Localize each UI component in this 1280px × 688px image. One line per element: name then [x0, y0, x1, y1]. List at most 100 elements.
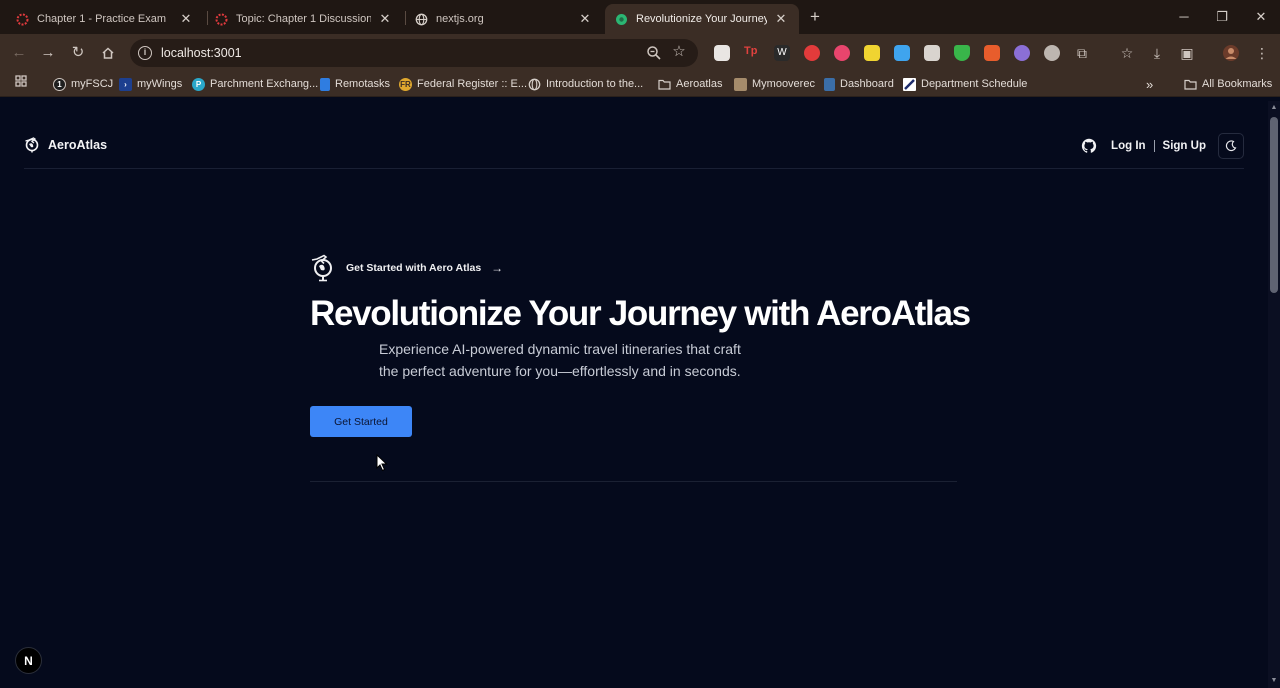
extension-icon[interactable] — [804, 45, 820, 61]
dashboard-icon — [824, 77, 835, 91]
tab-title: Topic: Chapter 1 Discussion For — [236, 13, 371, 25]
apps-grid-icon[interactable] — [11, 71, 31, 91]
scroll-down-arrow-icon[interactable]: ▼ — [1270, 677, 1278, 685]
schedule-icon — [903, 77, 916, 91]
nextjs-dev-badge[interactable]: N — [15, 647, 42, 674]
page-viewport: AeroAtlas Log In Sign Up Get Started wit… — [0, 101, 1268, 688]
forward-button[interactable]: → — [37, 42, 59, 64]
hero-section: Get Started with Aero Atlas → Revolution… — [310, 253, 971, 437]
address-bar[interactable]: i localhost:3001 ☆ — [130, 39, 698, 67]
bookmark-introduction[interactable]: Introduction to the... — [528, 75, 643, 93]
nav-separator — [1153, 140, 1155, 152]
tab-strip: Chapter 1 - Practice Exam ✕ Topic: Chapt… — [0, 0, 1280, 34]
extension-icon[interactable] — [984, 45, 1000, 61]
github-icon[interactable] — [1081, 138, 1097, 154]
brand-name: AeroAtlas — [48, 138, 108, 152]
bookmark-mymooverec[interactable]: Mymooverec — [734, 75, 815, 93]
browser-menu-icon[interactable]: ⋮ — [1252, 43, 1272, 63]
bookmark-label: Federal Register :: E... — [417, 78, 528, 90]
theme-toggle-button[interactable] — [1218, 133, 1244, 159]
bookmarks-divider — [1166, 71, 1168, 91]
extension-icon[interactable] — [714, 45, 730, 61]
bookmark-label: Remotasks — [335, 78, 391, 90]
site-info-icon[interactable]: i — [138, 46, 152, 60]
zoom-icon[interactable] — [646, 45, 662, 61]
bookmark-federal-register[interactable]: FR Federal Register :: E... — [399, 75, 527, 93]
site-header: AeroAtlas Log In Sign Up — [24, 133, 1244, 169]
extension-icon[interactable]: Tp — [744, 45, 760, 61]
extension-icon[interactable] — [954, 45, 970, 61]
section-divider — [310, 481, 957, 482]
bookmark-dashboard[interactable]: Dashboard — [824, 75, 894, 93]
folder-icon — [1184, 78, 1197, 91]
extension-icon[interactable] — [1044, 45, 1060, 61]
subtitle-line: the perfect adventure for you—effortless… — [379, 362, 741, 379]
fscj-icon: 1 — [53, 77, 66, 91]
close-tab-icon[interactable]: ✕ — [178, 11, 194, 27]
extension-icon[interactable]: W — [774, 45, 790, 61]
close-tab-icon[interactable]: ✕ — [577, 11, 593, 27]
bookmark-star-icon[interactable]: ☆ — [670, 43, 688, 61]
bookmark-label: Parchment Exchang... — [210, 78, 319, 90]
extensions-puzzle-icon[interactable]: ⧉ — [1072, 43, 1092, 63]
header-actions: Log In Sign Up — [1081, 133, 1244, 159]
extension-icon[interactable] — [834, 45, 850, 61]
page-scrollbar[interactable]: ▲ ▼ — [1268, 101, 1280, 688]
close-tab-icon[interactable]: ✕ — [377, 11, 393, 27]
get-started-pill-link[interactable]: Get Started with Aero Atlas → — [310, 253, 970, 283]
home-button[interactable] — [97, 42, 119, 64]
fr-icon: FR — [399, 77, 412, 91]
restore-button[interactable]: ❐ — [1210, 6, 1234, 28]
extension-icon[interactable] — [924, 45, 940, 61]
pill-text: Get Started with Aero Atlas — [346, 262, 482, 274]
tab-practice-exam[interactable]: Chapter 1 - Practice Exam ✕ — [6, 4, 204, 34]
close-window-button[interactable]: ✕ — [1249, 6, 1273, 28]
extension-icon[interactable] — [1014, 45, 1030, 61]
login-link[interactable]: Log In — [1111, 140, 1146, 152]
globe-plane-icon — [25, 137, 39, 153]
extension-icon[interactable] — [864, 45, 880, 61]
bookmark-label: Mymooverec — [752, 78, 815, 90]
mouse-cursor-icon — [376, 454, 388, 472]
side-panel-icon[interactable]: ▣ — [1177, 43, 1197, 63]
tab-title: Chapter 1 - Practice Exam — [37, 13, 166, 25]
download-icon[interactable]: ⤓ — [1147, 43, 1167, 63]
reload-button[interactable]: ↻ — [67, 42, 89, 64]
hero-subtitle: Experience AI-powered dynamic travel iti… — [379, 339, 759, 382]
tab-discussion[interactable]: Topic: Chapter 1 Discussion For ✕ — [205, 4, 403, 34]
bookmark-remotasks[interactable]: Remotasks — [320, 75, 390, 93]
address-url[interactable]: localhost:3001 — [161, 46, 242, 60]
close-tab-icon[interactable]: ✕ — [773, 11, 789, 27]
tab-nextjs[interactable]: nextjs.org ✕ — [405, 4, 603, 34]
get-started-button[interactable]: Get Started — [310, 406, 412, 437]
reading-list-icon[interactable]: ☆ — [1117, 43, 1137, 63]
hero-headline: Revolutionize Your Journey with AeroAtla… — [310, 294, 971, 333]
tab-title: nextjs.org — [436, 13, 484, 25]
parchment-icon: P — [192, 77, 205, 91]
bookmark-label: myWings — [137, 78, 183, 90]
scroll-up-arrow-icon[interactable]: ▲ — [1270, 104, 1278, 112]
aeroatlas-icon — [615, 13, 628, 26]
scrollbar-thumb[interactable] — [1270, 117, 1278, 293]
tab-aeroatlas[interactable]: Revolutionize Your Journey wit ✕ — [605, 4, 799, 34]
bookmark-label: Department Schedule — [921, 78, 1028, 90]
arrow-right-icon: → — [491, 261, 504, 275]
bookmark-folder-aeroatlas[interactable]: Aeroatlas — [658, 75, 722, 93]
extension-icon[interactable] — [894, 45, 910, 61]
profile-avatar[interactable] — [1221, 43, 1241, 63]
subtitle-line: Experience AI-powered dynamic travel iti… — [379, 341, 741, 357]
minimize-button[interactable]: ─ — [1172, 6, 1196, 28]
signup-link[interactable]: Sign Up — [1163, 140, 1206, 152]
bookmark-myfscj[interactable]: 1 myFSCJ — [53, 75, 113, 93]
bookmarks-overflow-button[interactable]: » — [1146, 75, 1153, 93]
new-tab-button[interactable]: + — [806, 8, 824, 26]
bookmark-department-schedule[interactable]: Department Schedule — [903, 75, 1027, 93]
back-button[interactable]: ← — [8, 42, 30, 64]
all-bookmarks-label: All Bookmarks — [1202, 78, 1273, 90]
brand-link[interactable]: AeroAtlas — [24, 137, 107, 153]
bookmark-parchment[interactable]: P Parchment Exchang... — [192, 75, 318, 93]
bookmark-mywings[interactable]: › myWings — [119, 75, 182, 93]
all-bookmarks-button[interactable]: All Bookmarks — [1184, 75, 1272, 93]
bookmark-label: Dashboard — [840, 78, 894, 90]
globe-icon — [528, 78, 541, 91]
